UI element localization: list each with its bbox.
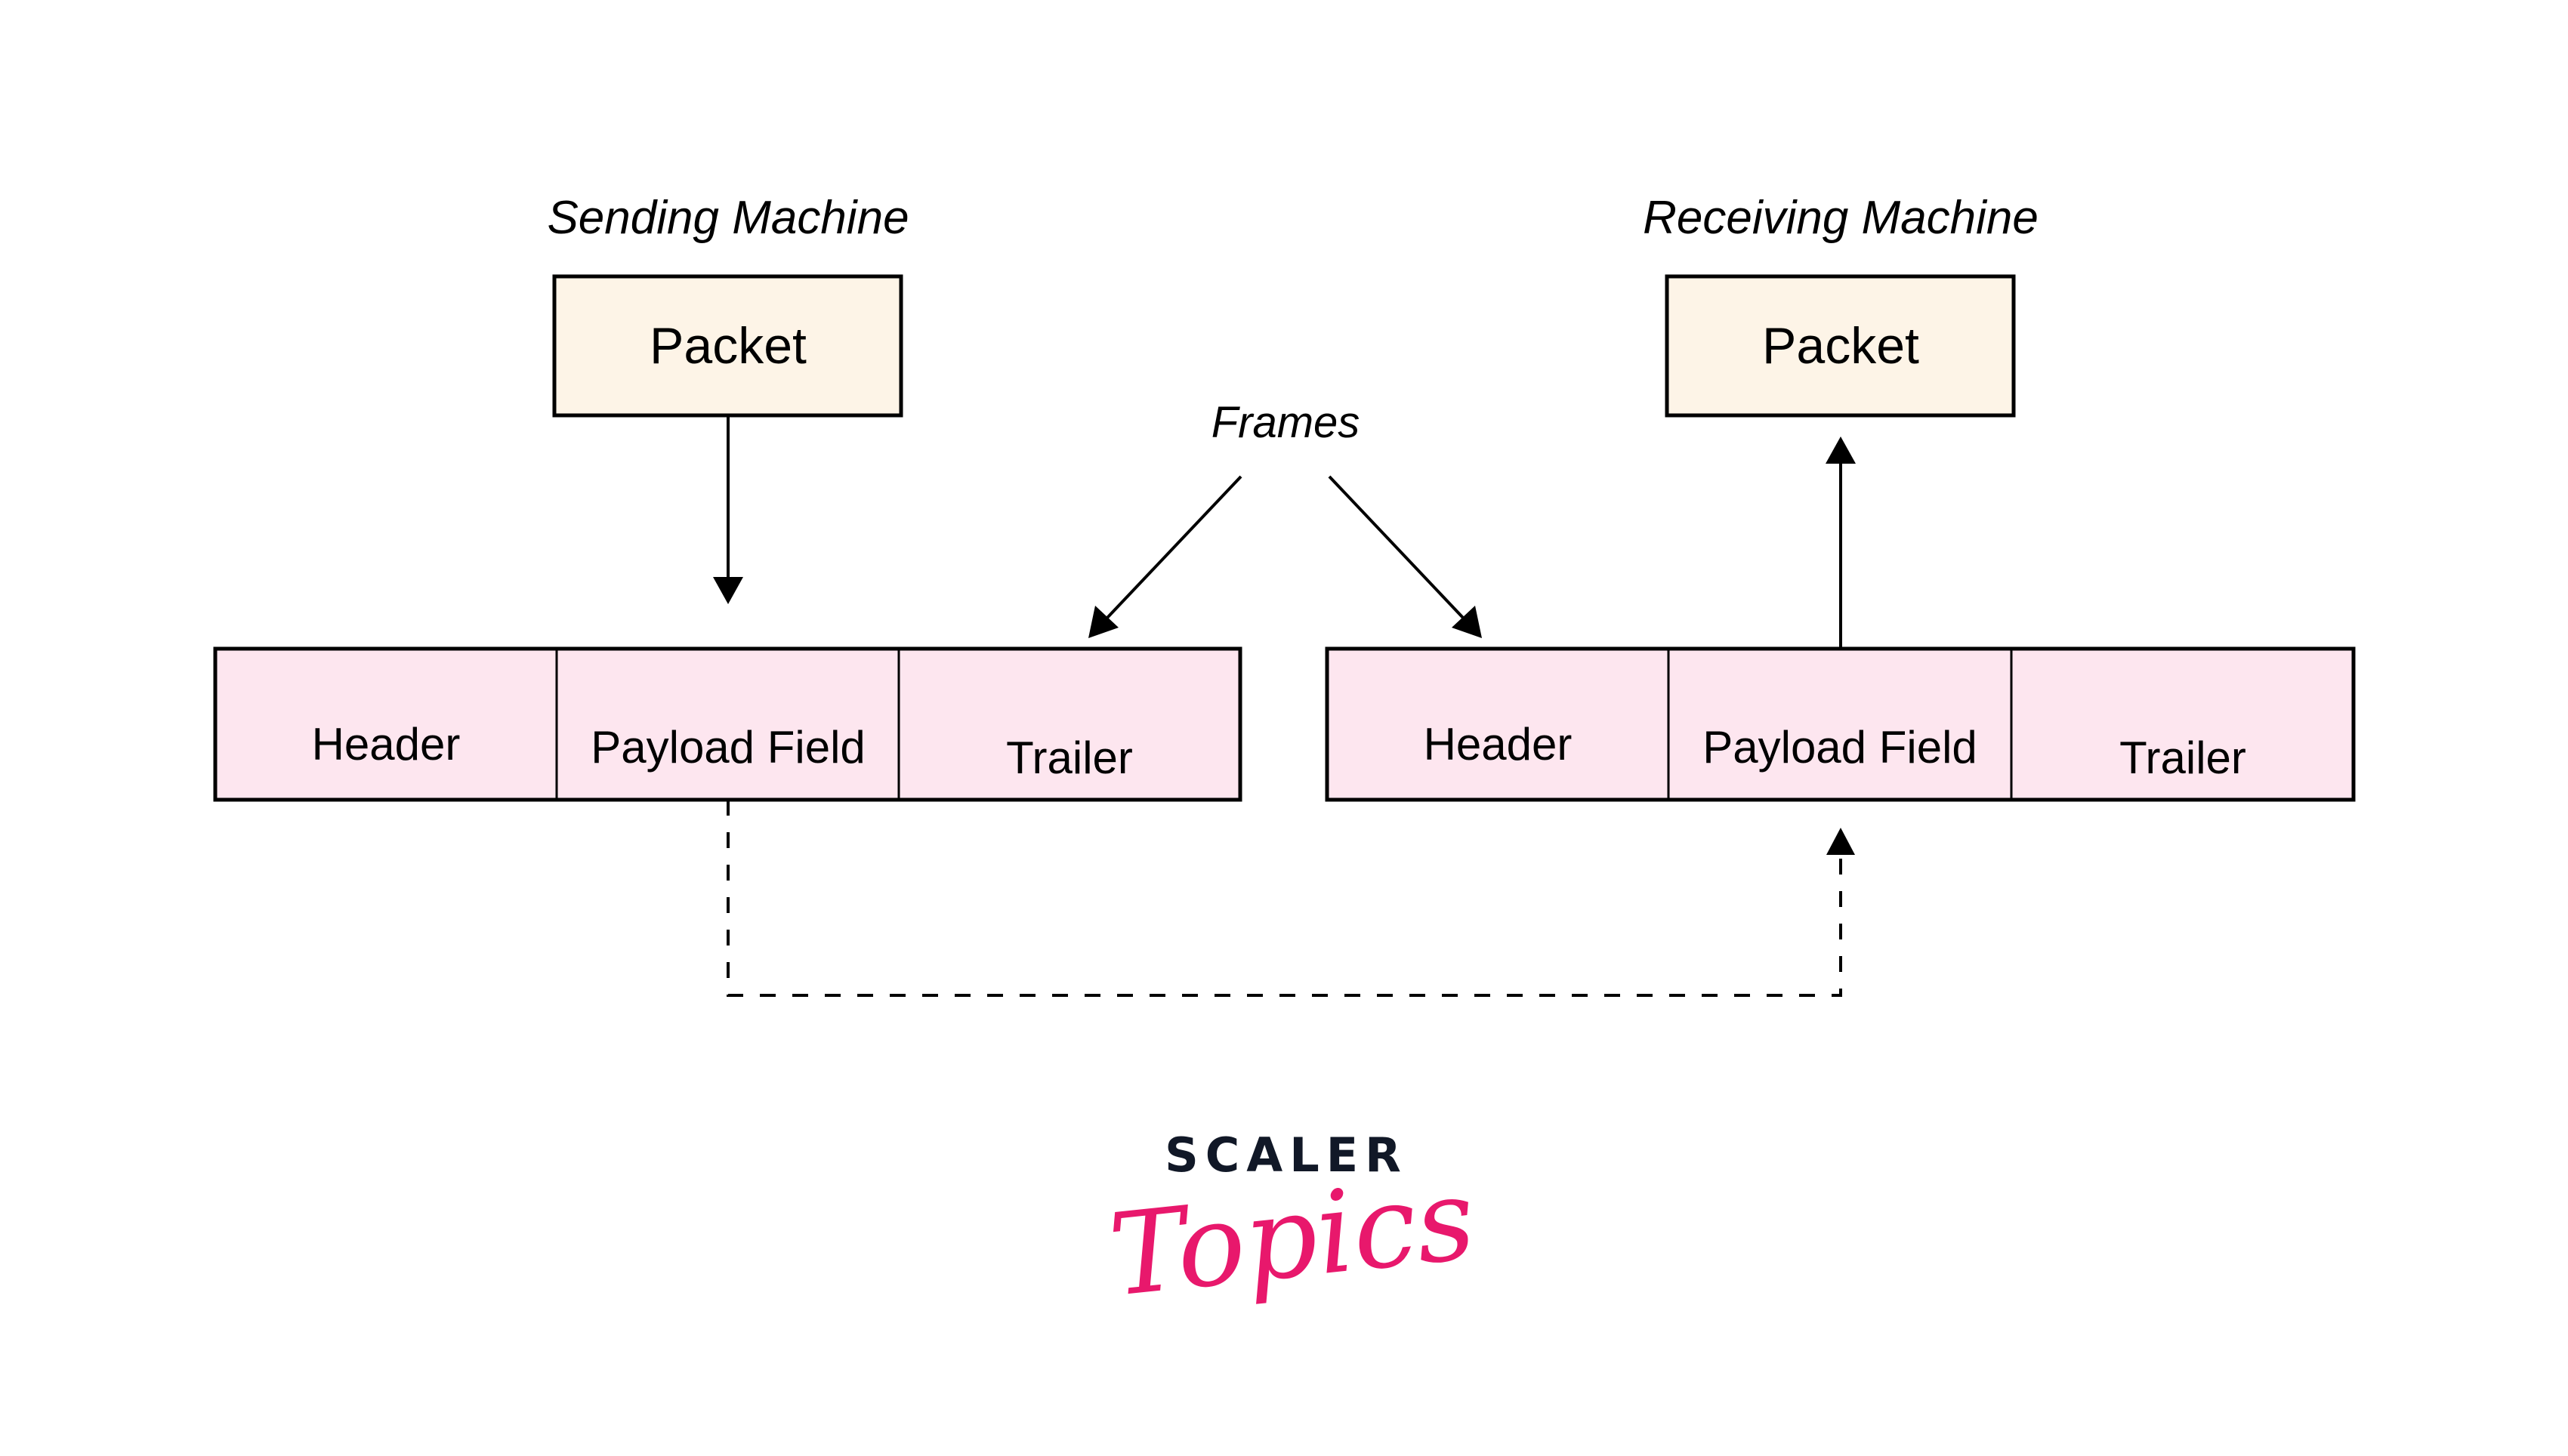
arrowhead-up-icon (1826, 436, 1856, 464)
sending-packet-label: Packet (650, 317, 807, 375)
sending-frame: Header Payload Field Trailer (213, 646, 1242, 802)
sending-frame-header: Header (312, 719, 461, 770)
arrow-frames-to-sending-frame (1088, 475, 1242, 638)
frames-label: Frames (1211, 398, 1360, 447)
receiving-frame-trailer: Trailer (2119, 733, 2246, 783)
sending-machine-title: Sending Machine (547, 192, 909, 244)
arrow-frames-to-receiving-frame (1328, 475, 1482, 638)
sending-machine: Sending Machine Packet (547, 192, 909, 418)
arrow-frame-to-packet (1826, 436, 1856, 649)
arrowhead-down-icon (713, 577, 743, 604)
scaler-topics-logo: SCALER Topics (1103, 1127, 1480, 1322)
arrowhead-up-icon (1826, 828, 1855, 855)
receiving-machine-title: Receiving Machine (1643, 192, 2039, 244)
dashed-logical-path (727, 800, 1855, 997)
receiving-frame-payload: Payload Field (1702, 722, 1977, 773)
diagram-canvas: Sending Machine Packet Receiving Machine… (213, 192, 2356, 1322)
receiving-frame: Header Payload Field Trailer (1325, 646, 2356, 802)
sending-frame-trailer: Trailer (1006, 733, 1133, 783)
arrow-packet-to-frame (713, 417, 743, 604)
logo-sub: Topics (1103, 1153, 1480, 1322)
receiving-packet-label: Packet (1762, 317, 1919, 375)
sending-frame-payload: Payload Field (591, 722, 866, 773)
receiving-frame-header: Header (1424, 719, 1573, 770)
receiving-machine: Receiving Machine Packet (1643, 192, 2039, 418)
